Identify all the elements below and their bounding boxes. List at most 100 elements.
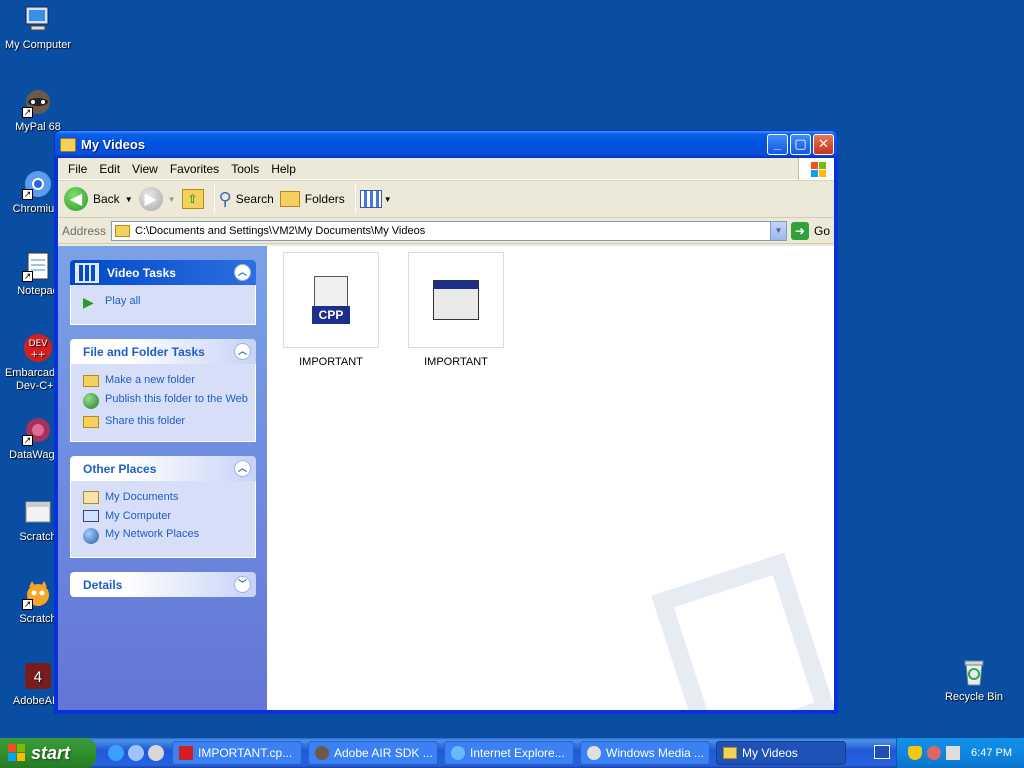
documents-folder-icon	[83, 491, 99, 504]
search-label: Search	[235, 192, 274, 206]
task-make-new-folder[interactable]: Make a new folder	[83, 374, 249, 387]
taskbar-button-label: Internet Explore...	[470, 746, 565, 760]
chromium-quicklaunch-icon[interactable]	[128, 745, 144, 761]
menu-favorites[interactable]: Favorites	[164, 162, 225, 176]
go-arrow-icon: ➜	[790, 221, 809, 240]
place-my-computer[interactable]: My Computer	[83, 510, 249, 522]
recycle-bin-icon	[958, 656, 990, 688]
folder-icon	[60, 137, 76, 152]
file-folder-tasks-header[interactable]: File and Folder Tasks ︿	[70, 339, 256, 364]
task-label: Play all	[105, 295, 141, 307]
window-client: File Edit View Favorites Tools Help ◀ Ba…	[58, 158, 834, 710]
task-label: My Network Places	[105, 528, 200, 540]
menu-edit[interactable]: Edit	[93, 162, 126, 176]
maximize-button[interactable]: ▢	[790, 134, 811, 155]
go-label: Go	[813, 223, 830, 238]
taskbar-button[interactable]: Adobe AIR SDK ...	[308, 741, 438, 765]
desktop-icon-label: My Computer	[4, 39, 72, 51]
file-thumbnail	[408, 252, 504, 348]
keyboard-icon[interactable]	[874, 745, 890, 759]
scratch-file-icon	[22, 496, 54, 528]
folders-icon	[279, 191, 300, 207]
shortcut-arrow-icon: ↗	[22, 107, 33, 118]
toolbar-separator	[354, 185, 356, 213]
video-tasks-header[interactable]: Video Tasks ︿	[70, 260, 256, 285]
menu-help[interactable]: Help	[265, 162, 302, 176]
details-group: Details ﹀	[70, 572, 256, 597]
other-places-group: Other Places ︿ My Documents My Computer	[70, 456, 256, 558]
shortcut-arrow-icon: ↗	[22, 599, 33, 610]
computer-icon	[83, 510, 99, 522]
explorer-body: Video Tasks ︿ ▶ Play all File and Folder…	[58, 246, 834, 710]
address-input[interactable]: C:\Documents and Settings\VM2\My Documen…	[111, 220, 787, 241]
task-share-folder[interactable]: Share this folder	[83, 415, 249, 428]
menu-file[interactable]: File	[62, 162, 93, 176]
svg-text:++: ++	[30, 350, 45, 360]
taskbar-button[interactable]: Windows Media ...	[580, 741, 710, 765]
forward-arrow-icon: ▶	[138, 187, 163, 211]
taskbar-button[interactable]: IMPORTANT.cp...	[172, 741, 302, 765]
internet-explorer-icon[interactable]	[108, 745, 124, 761]
new-folder-icon	[83, 375, 99, 387]
place-my-documents[interactable]: My Documents	[83, 491, 249, 504]
svg-text:4: 4	[34, 670, 43, 686]
address-label: Address	[62, 223, 107, 238]
up-folder-button[interactable]: ⇧	[181, 189, 204, 209]
film-icon	[75, 262, 99, 283]
chevron-down-icon[interactable]: ▼	[168, 195, 176, 204]
task-label: My Computer	[105, 510, 172, 522]
taskbar-button-active[interactable]: My Videos	[716, 741, 846, 765]
network-icon[interactable]	[927, 746, 942, 760]
chevron-down-icon[interactable]: ﹀	[234, 576, 251, 593]
task-pane: Video Tasks ︿ ▶ Play all File and Folder…	[58, 246, 267, 710]
group-title: File and Folder Tasks	[83, 344, 205, 359]
share-folder-icon	[83, 416, 99, 428]
menu-view[interactable]: View	[126, 162, 164, 176]
file-item[interactable]: IMPORTANT	[408, 252, 504, 368]
chevron-up-icon[interactable]: ︿	[234, 343, 251, 360]
video-tasks-group: Video Tasks ︿ ▶ Play all	[70, 260, 256, 325]
volume-icon[interactable]	[946, 746, 961, 760]
security-shield-icon[interactable]	[908, 746, 923, 760]
file-list-pane[interactable]: CPP IMPORTANT IMPORTANT	[267, 246, 834, 710]
start-button[interactable]: start	[0, 738, 96, 768]
raccoon-browser-icon: ↗	[22, 86, 54, 118]
window-titlebar[interactable]: My Videos _ ▢ ✕	[55, 131, 837, 158]
minimize-button[interactable]: _	[767, 134, 788, 155]
go-button[interactable]: ➜ Go	[790, 221, 830, 240]
chevron-down-icon[interactable]: ▼	[125, 195, 133, 204]
chevron-down-icon[interactable]: ▼	[769, 221, 786, 240]
window-title: My Videos	[81, 137, 146, 152]
back-button[interactable]: ◀ Back ▼	[64, 187, 133, 211]
desktop-icon-recycle-bin[interactable]: Recycle Bin	[936, 656, 1012, 704]
desktop-icon-mypal[interactable]: ↗ MyPal 68	[0, 86, 76, 134]
chevron-up-icon[interactable]: ︿	[234, 264, 251, 281]
search-button[interactable]: ⚲ Search	[219, 189, 274, 210]
forward-button[interactable]: ▶ ▼	[138, 187, 176, 211]
task-publish-folder[interactable]: Publish this folder to the Web	[83, 393, 249, 409]
chevron-up-icon[interactable]: ︿	[234, 460, 251, 477]
devcpp-icon: DEV ++	[22, 332, 54, 364]
menu-bar: File Edit View Favorites Tools Help	[58, 158, 834, 180]
menu-tools[interactable]: Tools	[225, 162, 265, 176]
desktop-icon-my-computer[interactable]: My Computer	[0, 4, 76, 52]
media-player-icon	[587, 746, 601, 760]
close-button[interactable]: ✕	[813, 134, 834, 155]
task-play-all[interactable]: ▶ Play all	[83, 295, 249, 311]
details-header[interactable]: Details ﹀	[70, 572, 256, 597]
play-icon: ▶	[83, 294, 94, 310]
chevron-down-icon[interactable]: ▼	[384, 195, 392, 204]
views-button[interactable]: ▼	[359, 190, 392, 208]
explorer-window[interactable]: My Videos _ ▢ ✕ File Edit View Favorites…	[54, 130, 838, 714]
taskbar-button[interactable]: Internet Explore...	[444, 741, 574, 765]
folders-button[interactable]: Folders	[279, 191, 345, 207]
desktop-icon-label: Recycle Bin	[944, 691, 1004, 703]
group-title: Details	[83, 577, 123, 592]
other-places-header[interactable]: Other Places ︿	[70, 456, 256, 481]
place-my-network-places[interactable]: My Network Places	[83, 528, 249, 544]
clock[interactable]: 6:47 PM	[971, 747, 1012, 759]
svg-text:DEV: DEV	[29, 339, 49, 349]
views-icon	[359, 190, 382, 208]
file-item[interactable]: CPP IMPORTANT	[283, 252, 379, 368]
media-player-icon[interactable]	[148, 745, 164, 761]
